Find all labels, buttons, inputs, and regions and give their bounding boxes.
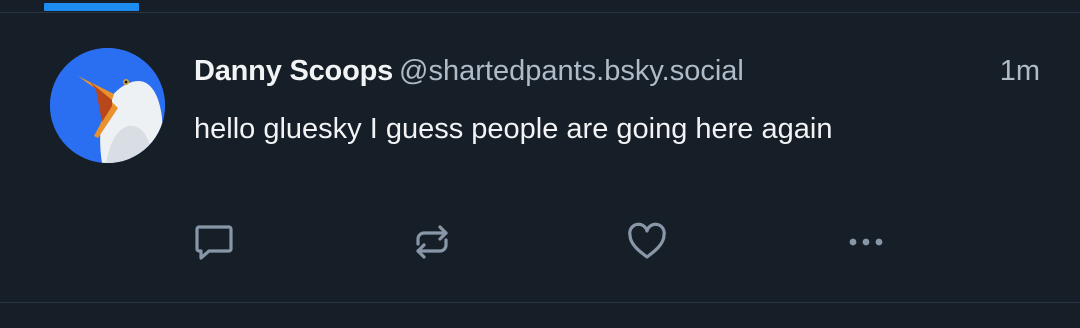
more-options-button[interactable]	[842, 218, 890, 266]
feed-screen: Danny Scoops @shartedpants.bsky.social 1m…	[0, 0, 1080, 328]
repost-arrows-icon	[416, 225, 448, 259]
post-timestamp[interactable]: 1m	[1000, 55, 1040, 88]
seagull-avatar-image	[50, 48, 165, 163]
ellipsis-icon	[849, 238, 883, 246]
repost-button[interactable]	[408, 218, 456, 266]
avatar[interactable]	[50, 48, 165, 163]
post-actions	[0, 218, 1080, 266]
feed-post[interactable]: Danny Scoops @shartedpants.bsky.social 1m…	[0, 13, 1080, 302]
reply-button[interactable]	[190, 218, 238, 266]
speech-bubble-icon	[195, 225, 233, 260]
active-tab-indicator	[44, 3, 139, 11]
heart-icon	[628, 222, 666, 259]
bottom-divider	[0, 302, 1080, 303]
post-header: Danny Scoops @shartedpants.bsky.social 1m	[194, 55, 1040, 95]
like-button[interactable]	[623, 218, 671, 266]
author-display-name[interactable]: Danny Scoops	[194, 55, 393, 87]
author-handle[interactable]: @shartedpants.bsky.social	[399, 55, 744, 87]
post-body-text: hello gluesky I guess people are going h…	[194, 113, 833, 145]
